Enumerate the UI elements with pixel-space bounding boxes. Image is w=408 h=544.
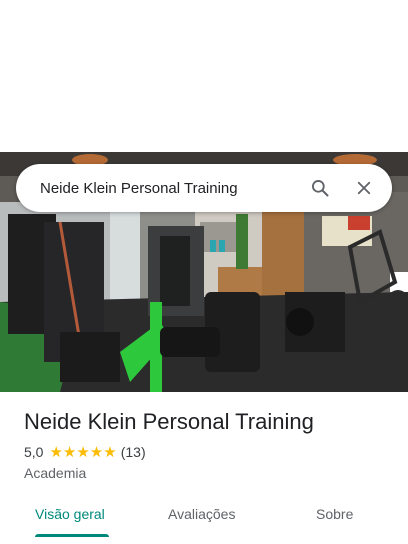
search-bar[interactable]: Neide Klein Personal Training <box>16 164 392 212</box>
close-icon[interactable] <box>342 166 386 210</box>
active-tab-indicator <box>35 534 109 537</box>
star-rating-icon: ★★★★★ <box>49 443 117 461</box>
rating-value: 5,0 <box>24 444 44 460</box>
rating-row[interactable]: 5,0 ★★★★★ (13) <box>24 444 146 460</box>
place-title: Neide Klein Personal Training <box>24 409 314 434</box>
tab-about[interactable]: Sobre <box>316 506 353 522</box>
tab-reviews[interactable]: Avaliações <box>168 506 235 522</box>
tab-bar: Visão geral Avaliações Sobre <box>0 498 408 544</box>
search-icon[interactable] <box>298 166 342 210</box>
tab-overview[interactable]: Visão geral <box>35 506 105 522</box>
map-blank-area <box>0 0 408 152</box>
review-count[interactable]: (13) <box>121 444 146 460</box>
search-input[interactable]: Neide Klein Personal Training <box>40 180 298 197</box>
place-category[interactable]: Academia <box>24 465 86 481</box>
